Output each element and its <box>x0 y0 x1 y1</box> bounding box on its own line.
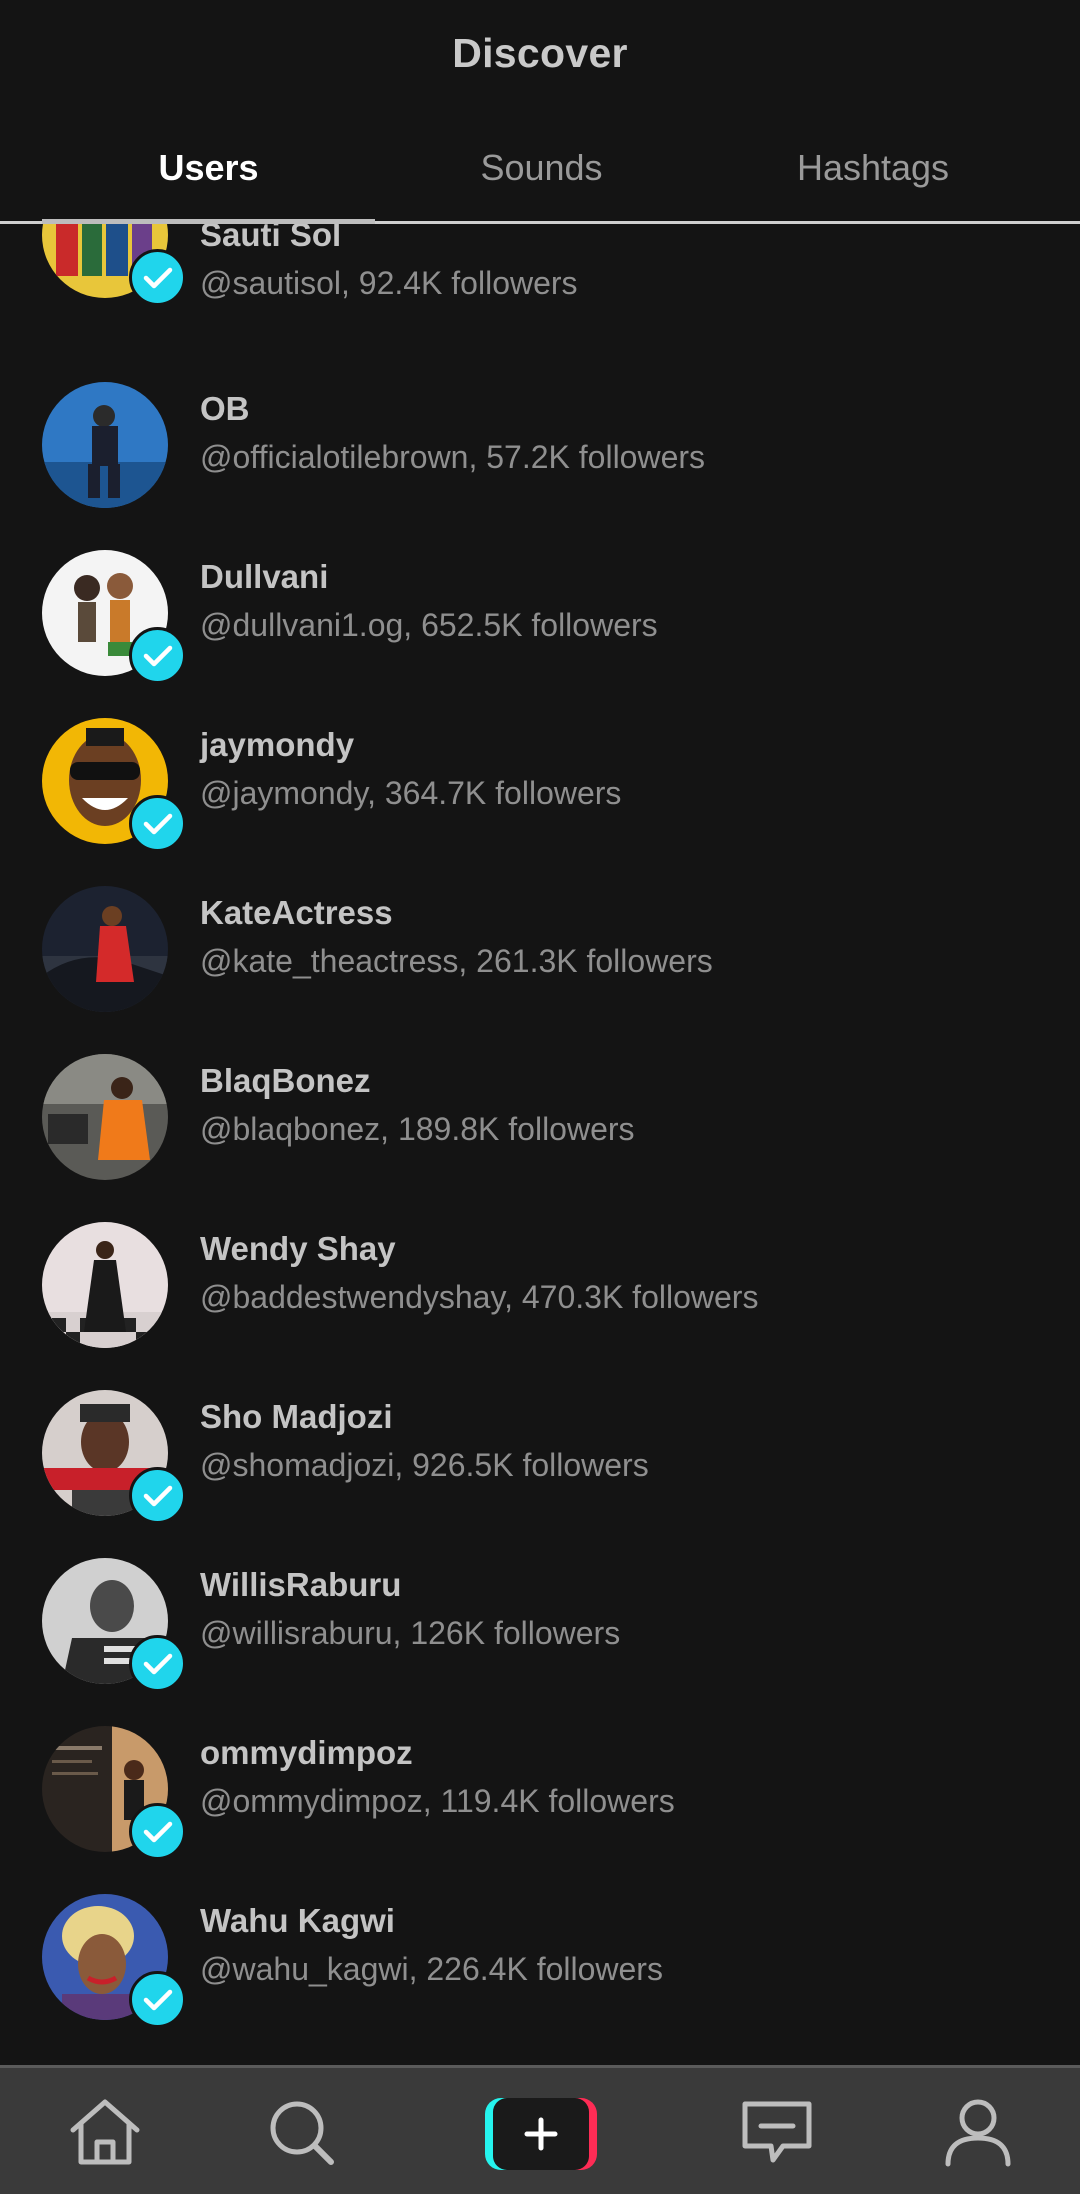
tab-users[interactable]: Users <box>42 112 375 224</box>
list-item[interactable]: ommydimpoz @ommydimpoz, 119.4K followers <box>0 1726 1080 1894</box>
user-handle-followers: @jaymondy, 364.7K followers <box>200 775 622 811</box>
create-icon <box>493 2098 589 2170</box>
verified-badge-icon <box>129 795 186 852</box>
user-handle-followers: @blaqbonez, 189.8K followers <box>200 1111 635 1147</box>
user-name: ommydimpoz <box>200 1734 413 1771</box>
discover-screen: Discover Users Sounds Hashtags Sauti Sol… <box>0 0 1080 2194</box>
verified-badge-icon <box>129 1803 186 1860</box>
list-item[interactable]: BlaqBonez @blaqbonez, 189.8K followers <box>0 1054 1080 1222</box>
tab-sounds[interactable]: Sounds <box>375 112 708 224</box>
user-name: Sho Madjozi <box>200 1398 393 1435</box>
bottom-nav-bar <box>0 2065 1080 2194</box>
page-title: Discover <box>452 30 628 76</box>
avatar <box>42 382 168 508</box>
create-button[interactable] <box>485 2098 597 2170</box>
list-item[interactable]: Wendy Shay @baddestwendyshay, 470.3K fol… <box>0 1222 1080 1390</box>
user-name: jaymondy <box>200 726 355 763</box>
user-handle-followers: @willisraburu, 126K followers <box>200 1615 621 1651</box>
list-item[interactable]: OB @officialotilebrown, 57.2K followers <box>0 382 1080 550</box>
list-item[interactable]: Wahu Kagwi @wahu_kagwi, 226.4K followers <box>0 1894 1080 2062</box>
user-name: Wahu Kagwi <box>200 1902 395 1939</box>
user-handle-followers: @ommydimpoz, 119.4K followers <box>200 1783 675 1819</box>
inbox-icon[interactable] <box>732 2092 822 2172</box>
avatar <box>42 886 168 1012</box>
user-name: Sauti Sol <box>200 224 342 253</box>
avatar <box>42 1222 168 1348</box>
user-name: KateActress <box>200 894 393 931</box>
list-item[interactable]: Sho Madjozi @shomadjozi, 926.5K follower… <box>0 1390 1080 1558</box>
tab-bar: Users Sounds Hashtags <box>0 112 1080 224</box>
user-handle-followers: @sautisol, 92.4K followers <box>200 265 578 301</box>
header: Discover <box>0 0 1080 112</box>
verified-badge-icon <box>129 1467 186 1524</box>
list-item[interactable]: Sauti Sol @sautisol, 92.4K followers <box>0 224 1080 384</box>
list-item[interactable]: WillisRaburu @willisraburu, 126K followe… <box>0 1558 1080 1726</box>
verified-badge-icon <box>129 1635 186 1692</box>
tab-hashtags[interactable]: Hashtags <box>708 112 1038 224</box>
verified-badge-icon <box>129 627 186 684</box>
user-handle-followers: @wahu_kagwi, 226.4K followers <box>200 1951 663 1987</box>
user-handle-followers: @dullvani1.og, 652.5K followers <box>200 607 658 643</box>
list-item[interactable]: Dullvani @dullvani1.og, 652.5K followers <box>0 550 1080 718</box>
user-list[interactable]: Sauti Sol @sautisol, 92.4K followers OB … <box>0 224 1080 2065</box>
search-icon[interactable] <box>258 2092 348 2172</box>
user-name: WillisRaburu <box>200 1566 402 1603</box>
home-icon[interactable] <box>60 2092 150 2172</box>
user-name: BlaqBonez <box>200 1062 371 1099</box>
profile-icon[interactable] <box>933 2092 1023 2172</box>
user-name: Dullvani <box>200 558 329 595</box>
user-handle-followers: @baddestwendyshay, 470.3K followers <box>200 1279 759 1315</box>
user-name: OB <box>200 390 250 427</box>
verified-badge-icon <box>129 1971 186 2028</box>
user-handle-followers: @kate_theactress, 261.3K followers <box>200 943 713 979</box>
user-name: Wendy Shay <box>200 1230 396 1267</box>
list-item[interactable]: jaymondy @jaymondy, 364.7K followers <box>0 718 1080 886</box>
avatar <box>42 1054 168 1180</box>
user-handle-followers: @officialotilebrown, 57.2K followers <box>200 439 706 475</box>
user-handle-followers: @shomadjozi, 926.5K followers <box>200 1447 649 1483</box>
verified-badge-icon <box>129 249 186 306</box>
list-item[interactable]: KateActress @kate_theactress, 261.3K fol… <box>0 886 1080 1054</box>
